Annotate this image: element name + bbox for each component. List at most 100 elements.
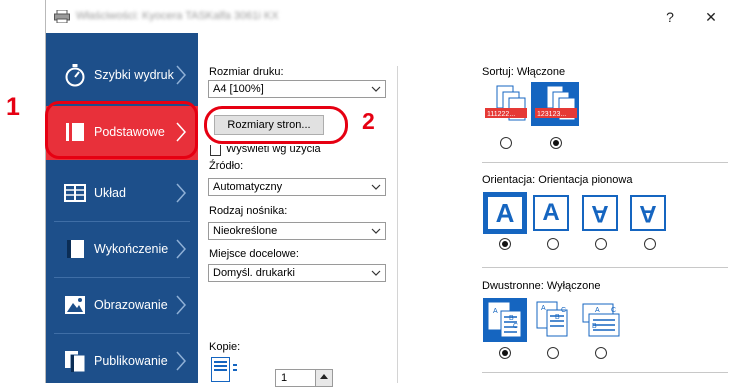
chevron-right-icon: [176, 295, 187, 315]
collate-label: Sortuj: Włączone: [482, 66, 565, 78]
orientation-landscape-option[interactable]: A: [533, 195, 569, 231]
chevron-down-icon: [371, 184, 381, 190]
duplex-long-edge-icon[interactable]: A B C: [535, 300, 571, 340]
divider: [482, 372, 728, 373]
duplex-label: Dwustronne: Wyłączone: [482, 280, 601, 292]
duplex-short-edge-icon[interactable]: A B C: [581, 300, 621, 340]
destination-value: Domyśl. drukarki: [213, 267, 295, 279]
sidebar-item-label: Szybki wydruk: [94, 68, 174, 82]
divider: [482, 162, 728, 163]
stopwatch-icon: [65, 64, 85, 87]
collate-on-radio[interactable]: [550, 137, 562, 149]
divider: [54, 333, 190, 334]
show-used-label: Wyświetl wg użycia: [226, 143, 321, 155]
duplex-long-glyph-b: B: [555, 314, 560, 321]
title-bar: Właściwości: Kyocera TASKalfa 3061i KX ?…: [46, 0, 729, 33]
sidebar-item-label: Wykończenie: [94, 242, 169, 256]
chevron-right-icon: [176, 183, 187, 203]
sidebar-item-quick-print[interactable]: Szybki wydruk: [46, 49, 198, 103]
destination-label: Miejsce docelowe:: [209, 248, 299, 260]
duplex-off-glyph-b: B: [509, 315, 514, 322]
divider: [54, 221, 190, 222]
orientation-value: Orientacja pionowa: [538, 174, 633, 186]
window-title: Właściwości: Kyocera TASKalfa 3061i KX: [76, 10, 279, 22]
orientation-label: Orientacja: Orientacja pionowa: [482, 174, 632, 186]
sidebar: Szybki wydruk Podstawowe Układ Wykończen…: [45, 33, 198, 383]
collate-label-text: Sortuj:: [482, 66, 514, 78]
collate-value: Włączone: [516, 66, 566, 78]
collate-on-text: 123123...: [537, 111, 566, 118]
divider: [482, 267, 728, 268]
chevron-right-icon: [176, 239, 187, 259]
column-divider: [397, 66, 398, 383]
duplex-label-text: Dwustronne:: [482, 280, 544, 292]
copies-pages-icon: [211, 357, 237, 382]
layout-grid-icon: [64, 184, 86, 202]
sidebar-item-imaging[interactable]: Obrazowanie: [46, 279, 198, 333]
chevron-down-icon: [371, 270, 381, 276]
collate-off-radio[interactable]: [500, 137, 512, 149]
orientation-portrait-rotated-radio[interactable]: [595, 238, 607, 250]
sidebar-item-finishing[interactable]: Wykończenie: [46, 223, 198, 277]
copies-label: Kopie:: [209, 341, 241, 353]
duplex-long-glyph-c: C: [561, 307, 566, 314]
collate-off-text: 111222...: [487, 111, 515, 118]
orientation-landscape-rotated-radio[interactable]: [644, 238, 656, 250]
source-value: Automatyczny: [213, 181, 283, 193]
chevron-down-icon: [371, 86, 381, 92]
media-type-select[interactable]: Nieokreślone: [208, 222, 386, 240]
duplex-off-radio[interactable]: [499, 347, 511, 359]
duplex-off-glyph-a: A: [493, 308, 498, 315]
help-button[interactable]: ?: [655, 6, 685, 28]
page-size-label: Rozmiar druku:: [209, 66, 284, 78]
source-label: Źródło:: [209, 160, 244, 172]
duplex-short-glyph-b: B: [592, 323, 597, 330]
chevron-right-icon: [176, 351, 187, 371]
sidebar-item-label: Publikowanie: [94, 354, 168, 368]
duplex-value: Wyłączone: [546, 280, 601, 292]
divider: [54, 277, 190, 278]
orientation-portrait-option[interactable]: A: [488, 197, 522, 229]
page-size-value: A4 [100%]: [213, 83, 264, 95]
sidebar-item-label: Obrazowanie: [94, 298, 168, 312]
destination-select[interactable]: Domyśl. drukarki: [208, 264, 386, 282]
page-size-select[interactable]: A4 [100%]: [208, 80, 386, 98]
printer-icon: [54, 10, 70, 23]
orientation-landscape-radio[interactable]: [547, 238, 559, 250]
orientation-portrait-radio[interactable]: [499, 238, 511, 250]
image-icon: [65, 296, 85, 314]
orientation-portrait-rotated-option[interactable]: A: [582, 195, 618, 231]
duplex-off-glyph-c: C: [513, 323, 518, 330]
source-select[interactable]: Automatyczny: [208, 178, 386, 196]
arrow-up-icon: [320, 374, 328, 379]
sidebar-item-publishing[interactable]: Publikowanie: [46, 335, 198, 389]
duplex-short-glyph-a: A: [595, 307, 600, 314]
media-type-value: Nieokreślone: [213, 225, 278, 237]
print-properties-window: Właściwości: Kyocera TASKalfa 3061i KX ?…: [45, 0, 729, 387]
duplex-long-glyph-a: A: [541, 305, 546, 312]
orientation-landscape-rotated-option[interactable]: A: [630, 195, 666, 231]
spin-up-button[interactable]: [315, 370, 332, 386]
binder-icon: [67, 240, 84, 258]
publish-icon: [65, 351, 86, 373]
copies-spinner[interactable]: 1: [275, 369, 333, 387]
collate-off-icon[interactable]: 111222...: [483, 84, 529, 124]
chevron-down-icon: [371, 228, 381, 234]
chevron-right-icon: [176, 65, 187, 85]
orientation-label-text: Orientacja:: [482, 174, 536, 186]
show-used-checkbox[interactable]: [210, 145, 221, 156]
copies-value: 1: [281, 372, 288, 384]
sidebar-item-layout[interactable]: Układ: [46, 167, 198, 221]
duplex-short-edge-radio[interactable]: [595, 347, 607, 359]
duplex-long-edge-radio[interactable]: [547, 347, 559, 359]
duplex-off-icon[interactable]: A B C: [487, 301, 523, 339]
media-type-label: Rodzaj nośnika:: [209, 205, 288, 217]
orientation-portrait-selected-bg: A: [483, 192, 527, 234]
callout-highlight-1: [45, 101, 198, 159]
close-button[interactable]: ✕: [696, 6, 726, 28]
duplex-short-glyph-c: C: [611, 307, 616, 314]
collate-on-icon[interactable]: 123123...: [533, 84, 579, 124]
page-sizes-button[interactable]: Rozmiary stron...: [214, 115, 324, 135]
sidebar-item-label: Układ: [94, 186, 126, 200]
callout-number-2: 2: [362, 108, 375, 134]
